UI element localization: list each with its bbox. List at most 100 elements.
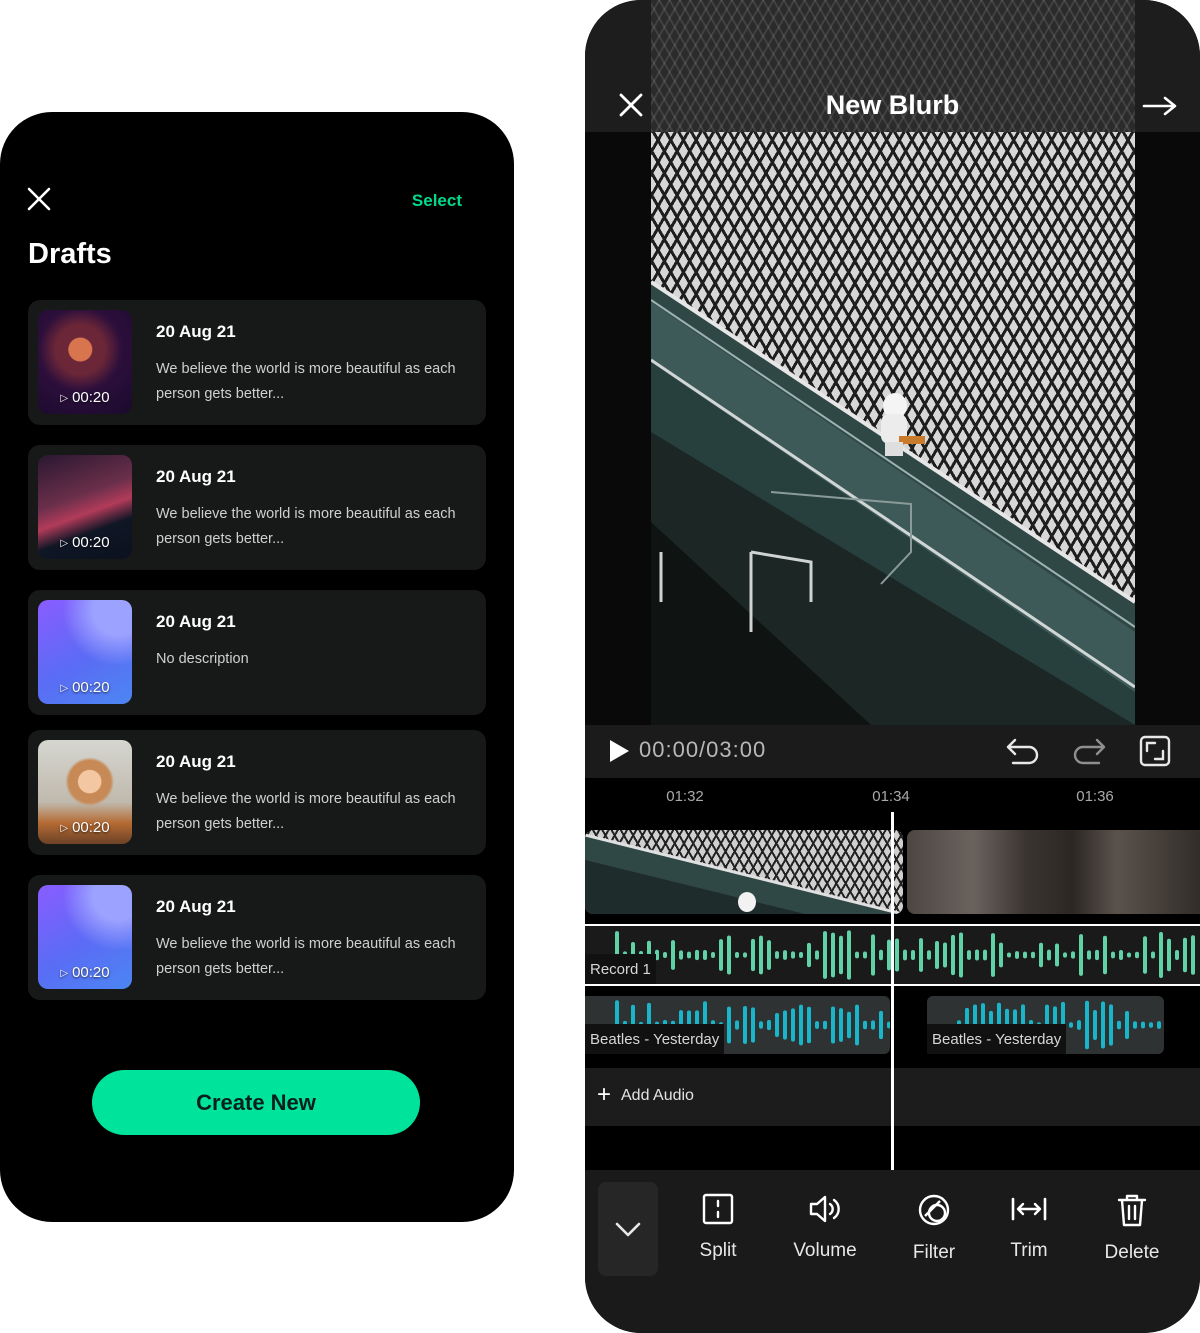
waveform-bar [695, 949, 699, 961]
video-clip[interactable]: + [907, 830, 1200, 914]
waveform-bar [727, 935, 731, 975]
waveform-bar [791, 1008, 795, 1042]
video-clip[interactable] [585, 830, 903, 914]
waveform-bar [839, 1008, 843, 1042]
draft-thumbnail: ▷ 00:20 [38, 600, 132, 704]
waveform-bar [879, 949, 883, 961]
editor-title: New Blurb [825, 90, 960, 120]
waveform-bar [959, 932, 963, 978]
waveform-bar [671, 940, 675, 970]
waveform-bar [1143, 936, 1147, 974]
drafts-screen: Select Drafts ▷ 00:20 20 Aug 21 We believ… [0, 112, 514, 1222]
waveform-bar [743, 1006, 747, 1044]
trim-icon [1011, 1197, 1047, 1221]
duration-text: 00:20 [72, 534, 110, 551]
volume-button[interactable]: Volume [780, 1192, 870, 1282]
waveform-bar [775, 951, 779, 959]
play-icon: ▷ [60, 393, 69, 404]
waveform-bar [1007, 952, 1011, 958]
split-label: Split [699, 1240, 737, 1261]
video-frame [651, 132, 1135, 725]
page-title: Drafts [28, 238, 112, 270]
draft-description: No description [156, 651, 249, 667]
music-track[interactable]: Beatles - Yesterday [927, 996, 1164, 1054]
draft-item[interactable]: ▷ 00:20 20 Aug 21 We believe the world is… [28, 875, 486, 1000]
draft-thumbnail: ▷ 00:20 [38, 455, 132, 559]
split-icon [702, 1193, 734, 1225]
draft-date: 20 Aug 21 [156, 467, 236, 486]
ruler-tick: 01:34 [872, 788, 910, 805]
trash-icon [1117, 1194, 1147, 1227]
arrow-right-icon[interactable] [1142, 95, 1178, 117]
waveform-bar [871, 1020, 875, 1030]
waveform-bar [943, 942, 947, 968]
play-icon[interactable] [607, 738, 631, 764]
waveform-bar [767, 940, 771, 970]
draft-item[interactable]: ▷ 00:20 20 Aug 21 No description [28, 590, 486, 715]
waveform-bar [991, 933, 995, 977]
waveform-bar [799, 1004, 803, 1046]
playhead[interactable] [891, 812, 894, 1170]
delete-label: Delete [1104, 1242, 1160, 1263]
waveform-bar [815, 1021, 819, 1029]
draft-item[interactable]: ▷ 00:20 20 Aug 21 We believe the world is… [28, 445, 486, 570]
waveform-bar [855, 1004, 859, 1046]
waveform-bar [871, 934, 875, 976]
undo-icon[interactable] [1005, 736, 1041, 766]
waveform-bar [847, 1011, 851, 1039]
waveform-bar [1133, 1021, 1137, 1029]
person-figure [881, 393, 925, 456]
draft-date: 20 Aug 21 [156, 322, 236, 341]
waveform-bar [1085, 1000, 1089, 1050]
waveform-bar [1093, 1009, 1097, 1041]
editor-screen: New Blurb 00:00/03:00 01:32 01:34 01:36 … [585, 0, 1200, 1333]
music-track[interactable]: Beatles - Yesterday [585, 996, 890, 1054]
video-preview[interactable] [585, 132, 1200, 725]
waveform-bar [895, 938, 899, 972]
close-icon[interactable] [26, 186, 52, 212]
delete-button[interactable]: Delete [1087, 1192, 1177, 1282]
create-new-button[interactable]: Create New [92, 1070, 420, 1135]
redo-icon[interactable] [1071, 736, 1107, 766]
waveform-bar [855, 951, 859, 959]
waveform-bar [759, 1021, 763, 1029]
duration-text: 00:20 [72, 819, 110, 836]
waveform-bar [727, 1006, 731, 1044]
waveform-bar [1175, 949, 1179, 961]
waveform-bar [847, 930, 851, 980]
waveform-bar [735, 1020, 739, 1030]
filter-label: Filter [912, 1242, 956, 1263]
music-track-label: Beatles - Yesterday [585, 1024, 725, 1054]
waveform-bar [823, 1020, 827, 1030]
waveform-bar [1127, 952, 1131, 958]
waveform-bar [1119, 950, 1123, 960]
plus-icon: + [597, 1081, 612, 1108]
waveform-bar [1071, 951, 1075, 959]
waveform-bar [1117, 1020, 1121, 1030]
waveform-bar [663, 951, 667, 959]
split-button[interactable]: Split [673, 1192, 763, 1282]
duration-badge: ▷ 00:20 [38, 389, 132, 406]
select-button[interactable]: Select [412, 191, 462, 211]
waveform-bar [743, 952, 747, 958]
waveform-bar [1103, 935, 1107, 975]
draft-item[interactable]: ▷ 00:20 20 Aug 21 We believe the world is… [28, 730, 486, 855]
waveform-bar [1157, 1021, 1161, 1029]
waveform-bar [1125, 1010, 1129, 1040]
music-track-label: Beatles - Yesterday [927, 1024, 1067, 1054]
chevron-down-icon [615, 1222, 641, 1237]
timecode: 00:00/03:00 [639, 737, 767, 762]
trim-button[interactable]: Trim [984, 1192, 1074, 1282]
waveform-bar [807, 1006, 811, 1044]
waveform-bar [927, 950, 931, 960]
draft-thumbnail: ▷ 00:20 [38, 885, 132, 989]
waveform-bar [983, 949, 987, 961]
draft-thumbnail: ▷ 00:20 [38, 740, 132, 844]
collapse-button[interactable] [598, 1182, 658, 1276]
waveform-bar [775, 1012, 779, 1038]
filter-button[interactable]: Filter [889, 1192, 979, 1282]
draft-item[interactable]: ▷ 00:20 20 Aug 21 We believe the world is… [28, 300, 486, 425]
fullscreen-icon[interactable] [1139, 735, 1171, 767]
waveform-bar [831, 932, 835, 978]
waveform-bar [975, 949, 979, 961]
